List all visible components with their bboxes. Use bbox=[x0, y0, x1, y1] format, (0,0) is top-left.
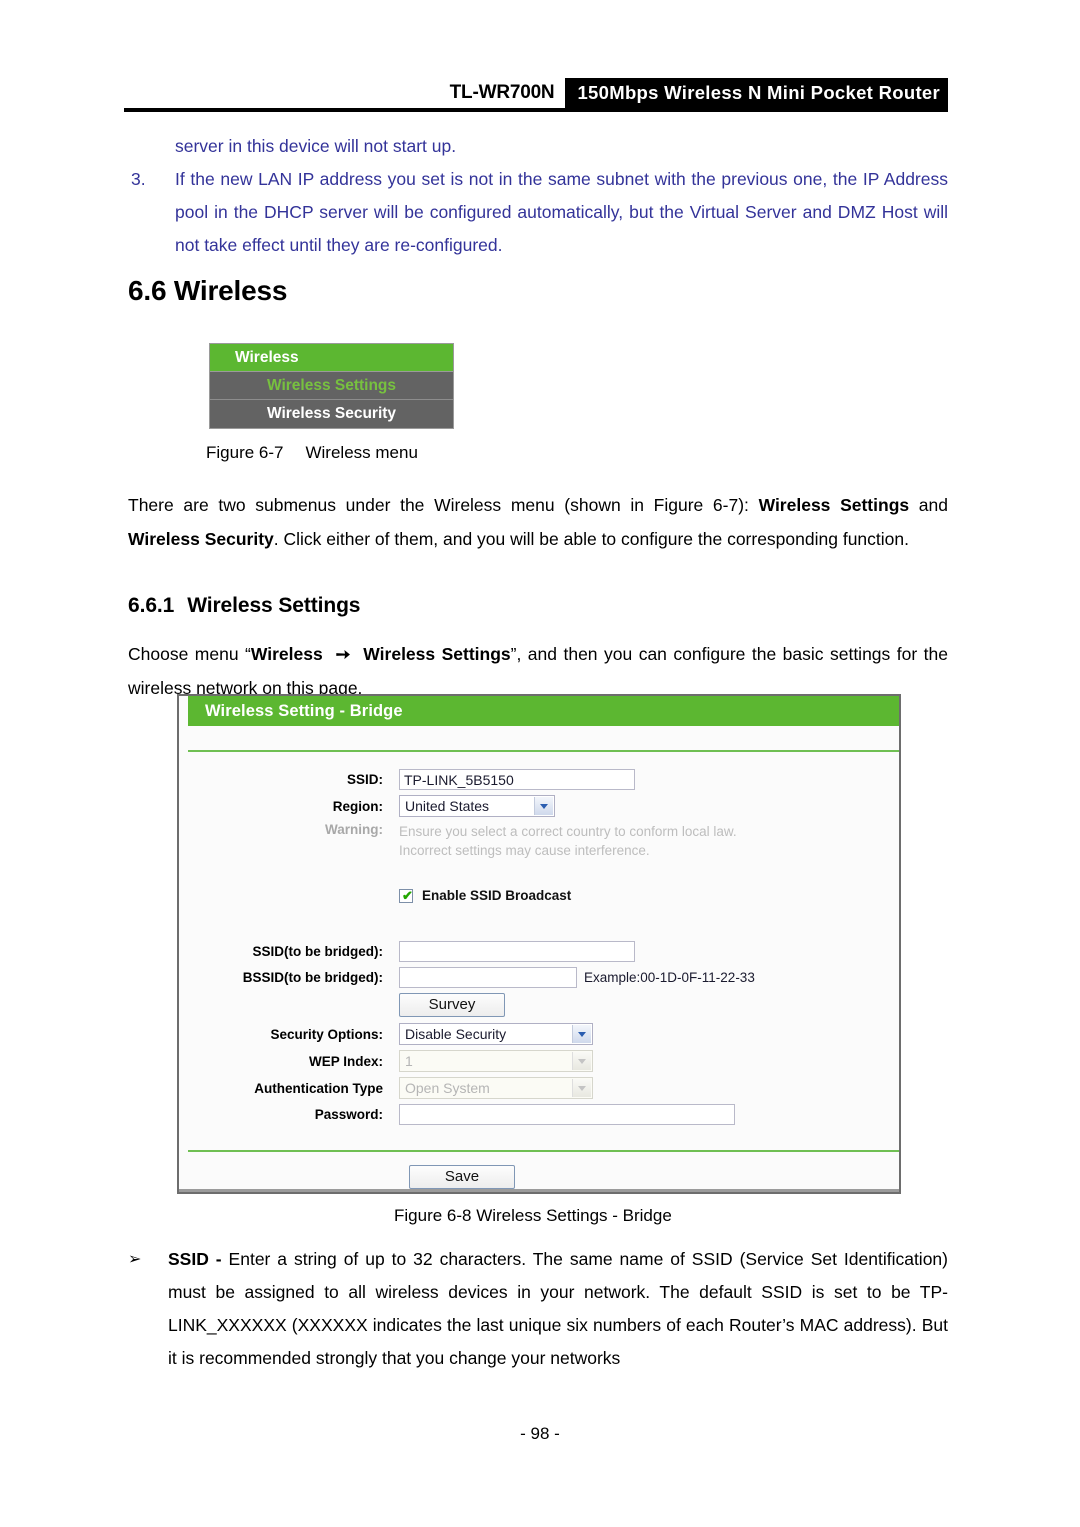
menu-item-wireless-settings[interactable]: Wireless Settings bbox=[210, 372, 453, 400]
label-security-options: Security Options: bbox=[270, 1026, 383, 1042]
ui-panel-bottom-rule bbox=[179, 1189, 899, 1192]
bssid-example-text: Example:00-1D-0F-11-22-33 bbox=[584, 970, 755, 985]
wep-index-select: 1 bbox=[399, 1050, 593, 1072]
figure-6-7-text: Wireless menu bbox=[305, 443, 418, 462]
label-wep-index: WEP Index: bbox=[308, 1053, 383, 1069]
password-input[interactable] bbox=[399, 1104, 735, 1125]
form-row-warning: Warning: Ensure you select a correct cou… bbox=[179, 822, 899, 860]
subsection-title: Wireless Settings bbox=[187, 594, 361, 617]
form-row-bssid-bridged: BSSID(to be bridged): Example:00-1D-0F-1… bbox=[179, 967, 899, 988]
form-row-ssid-bridged: SSID(to be bridged): bbox=[179, 941, 899, 962]
label-enable-ssid-broadcast: Enable SSID Broadcast bbox=[422, 888, 572, 903]
check-mark-icon: ✔ bbox=[402, 887, 413, 903]
choose-text-1: Choose menu “ bbox=[128, 644, 251, 664]
figure-6-7-label: Figure 6-7 bbox=[206, 443, 284, 462]
region-select[interactable]: United States bbox=[399, 795, 555, 817]
form-row-password: Password: bbox=[179, 1104, 899, 1125]
section-heading-6-6: 6.6 Wireless bbox=[128, 275, 288, 306]
choose-bold-wireless: Wireless bbox=[250, 644, 323, 664]
survey-button[interactable]: Survey bbox=[399, 993, 505, 1017]
submenus-text-2: and bbox=[909, 495, 948, 515]
paragraph-submenus: There are two submenus under the Wireles… bbox=[128, 488, 948, 556]
page-footer: - 98 - bbox=[520, 1424, 560, 1443]
figure-caption-6-8: Figure 6-8 Wireless Settings - Bridge bbox=[394, 1206, 672, 1225]
header-rule bbox=[124, 108, 948, 112]
submenus-bold-wireless-security: Wireless Security bbox=[128, 529, 274, 549]
label-ssid-to-be-bridged: SSID(to be bridged): bbox=[252, 944, 384, 959]
ui-panel-title: Wireless Setting - Bridge bbox=[188, 696, 899, 726]
checkbox-box-icon[interactable]: ✔ bbox=[399, 887, 413, 903]
ssid-input[interactable] bbox=[399, 769, 635, 790]
label-password: Password: bbox=[314, 1107, 383, 1122]
form-row-ssid-broadcast: ✔ Enable SSID Broadcast bbox=[179, 888, 899, 903]
bullet-description: Enter a string of up to 32 characters. T… bbox=[168, 1249, 948, 1368]
form-row-auth-type: Authentication Type Open System bbox=[179, 1077, 899, 1099]
document-page: TL-WR700N 150Mbps Wireless N Mini Pocket… bbox=[0, 0, 1080, 1527]
label-authentication-type: Authentication Type bbox=[254, 1080, 383, 1096]
note-list-item-3: 3. If the new LAN IP address you set is … bbox=[131, 163, 948, 262]
note-item-number: 3. bbox=[131, 169, 146, 189]
bullet-arrow-icon: ➢ bbox=[128, 1251, 142, 1268]
authentication-type-select: Open System bbox=[399, 1077, 593, 1099]
chevron-down-icon[interactable] bbox=[534, 797, 553, 815]
page-running-header: TL-WR700N 150Mbps Wireless N Mini Pocket… bbox=[124, 78, 948, 112]
menu-item-wireless-security[interactable]: Wireless Security bbox=[210, 400, 453, 428]
note-item-text: If the new LAN IP address you set is not… bbox=[175, 169, 948, 255]
save-button-row: Save bbox=[179, 1152, 899, 1189]
figure-caption-6-7: Figure 6-7 Wireless menu bbox=[206, 443, 418, 463]
router-ui-screenshot: Wireless Setting - Bridge SSID: Region: … bbox=[177, 694, 901, 1194]
enable-ssid-broadcast-checkbox[interactable]: ✔ Enable SSID Broadcast bbox=[399, 888, 571, 903]
form-row-wep-index: WEP Index: 1 bbox=[179, 1050, 899, 1072]
submenus-text-1: There are two submenus under the Wireles… bbox=[128, 495, 759, 515]
security-options-selected-value: Disable Security bbox=[405, 1026, 507, 1042]
save-button[interactable]: Save bbox=[409, 1165, 515, 1189]
bullet-item-ssid: ➢ SSID - Enter a string of up to 32 char… bbox=[128, 1243, 948, 1375]
menu-header-wireless[interactable]: Wireless bbox=[210, 344, 453, 372]
bullet-item-text: SSID - Enter a string of up to 32 charac… bbox=[168, 1243, 948, 1375]
chevron-down-icon[interactable] bbox=[572, 1025, 591, 1043]
region-selected-value: United States bbox=[405, 798, 490, 814]
label-warning: Warning: bbox=[325, 822, 383, 837]
security-options-select[interactable]: Disable Security bbox=[399, 1023, 593, 1045]
subsection-heading-6-6-1: 6.6.1 Wireless Settings bbox=[128, 594, 360, 618]
label-region: Region: bbox=[332, 798, 383, 814]
submenus-text-3: . Click either of them, and you will be … bbox=[273, 529, 909, 549]
note-continued-line: server in this device will not start up. bbox=[175, 136, 457, 156]
wireless-menu-figure: Wireless Wireless Settings Wireless Secu… bbox=[209, 343, 454, 429]
label-bssid-to-be-bridged: BSSID(to be bridged): bbox=[242, 970, 383, 985]
label-ssid: SSID: bbox=[346, 772, 383, 787]
arrow-right-icon: ➙ bbox=[335, 644, 351, 664]
form-row-survey: Survey bbox=[179, 993, 899, 1017]
choose-bold-wireless-settings: Wireless Settings bbox=[363, 644, 511, 664]
form-row-security-options: Security Options: Disable Security bbox=[179, 1023, 899, 1045]
bssid-to-be-bridged-input[interactable] bbox=[399, 967, 577, 988]
authentication-type-selected-value: Open System bbox=[405, 1080, 490, 1096]
form-row-ssid: SSID: bbox=[179, 769, 899, 790]
ssid-to-be-bridged-input[interactable] bbox=[399, 941, 635, 962]
header-model-name: TL-WR700N bbox=[449, 82, 555, 103]
chevron-down-icon bbox=[572, 1052, 591, 1070]
ui-form-body: SSID: Region: United States Warning: Ens… bbox=[179, 752, 899, 1192]
wep-index-selected-value: 1 bbox=[405, 1053, 413, 1069]
warning-line-1: Ensure you select a correct country to c… bbox=[399, 824, 737, 839]
form-row-region: Region: United States bbox=[179, 795, 899, 817]
warning-line-2: Incorrect settings may cause interferenc… bbox=[399, 843, 650, 858]
header-product-banner: 150Mbps Wireless N Mini Pocket Router bbox=[565, 78, 948, 108]
bullet-term-ssid: SSID - bbox=[168, 1249, 229, 1269]
chevron-down-icon bbox=[572, 1079, 591, 1097]
submenus-bold-wireless-settings: Wireless Settings bbox=[758, 495, 910, 515]
subsection-number: 6.6.1 bbox=[128, 594, 175, 617]
